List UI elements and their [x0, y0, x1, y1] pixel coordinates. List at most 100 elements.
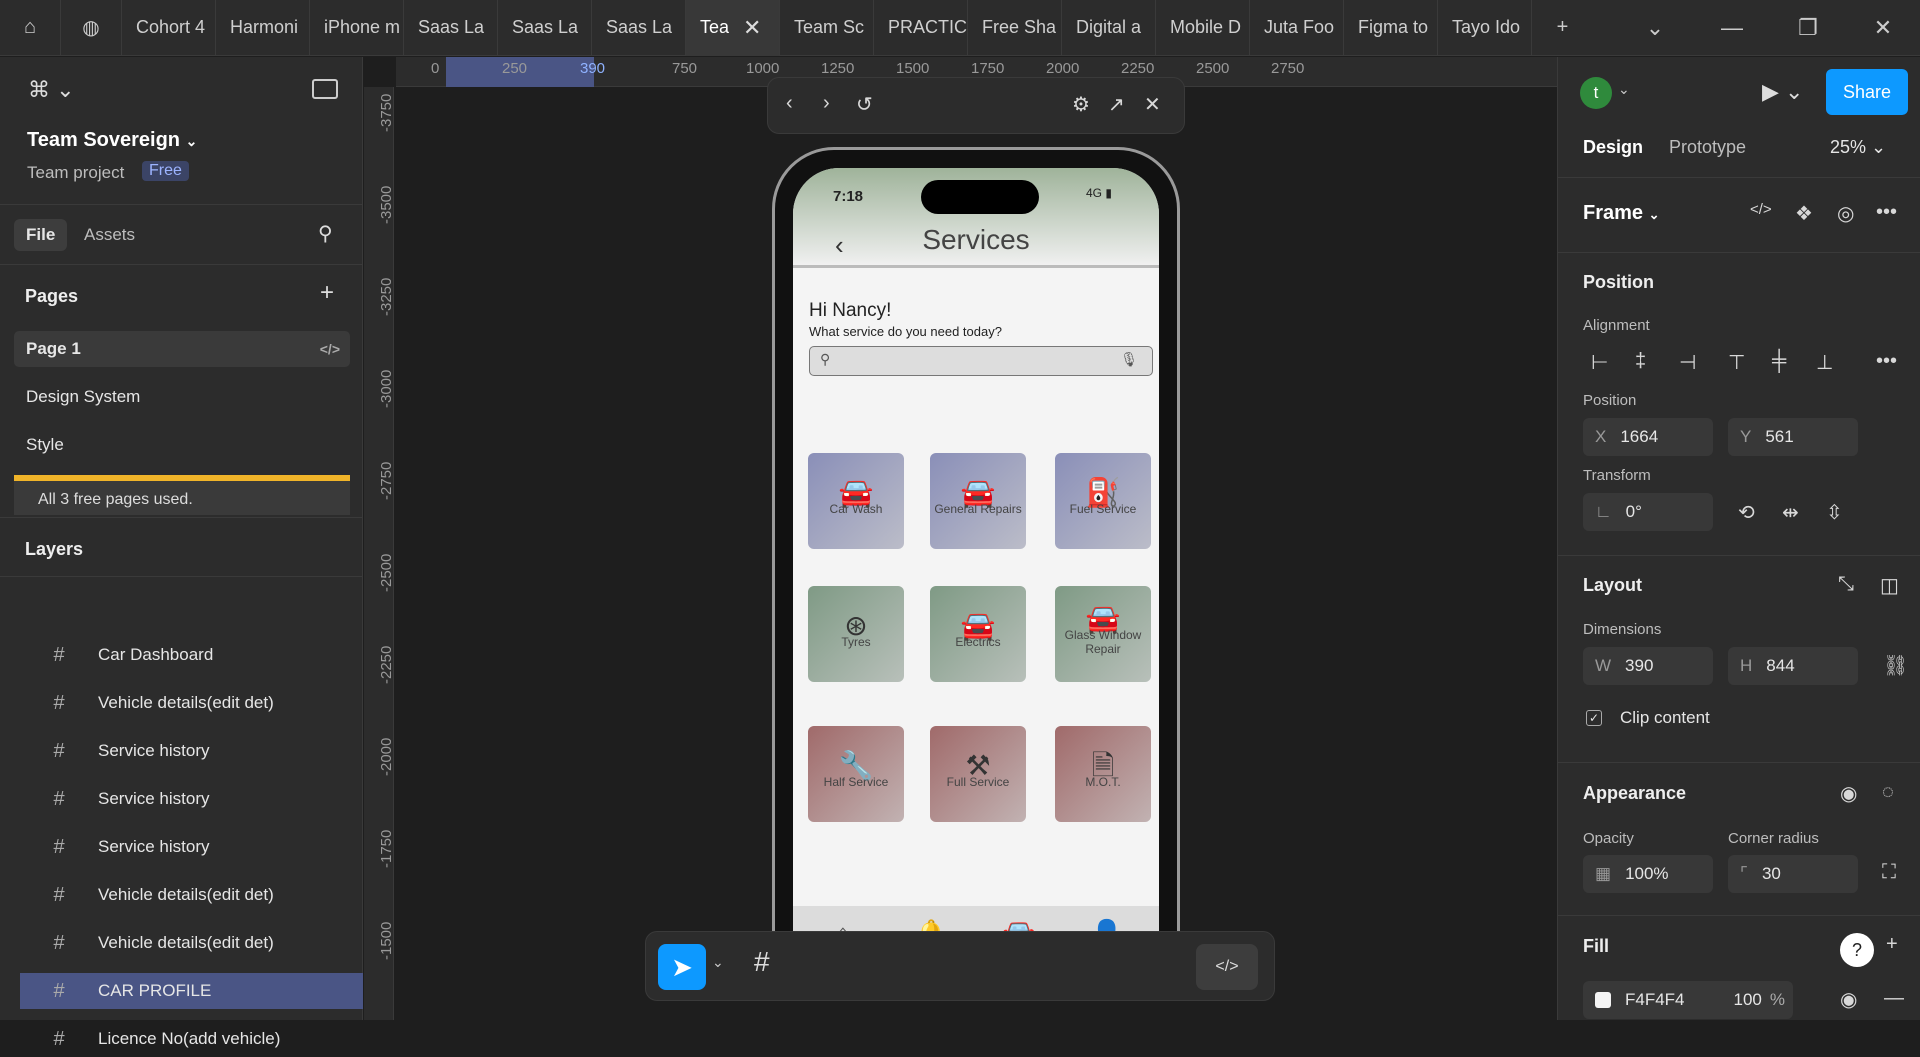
frame-tool-icon[interactable]: #	[754, 946, 770, 978]
add-fill-icon[interactable]: +	[1886, 933, 1898, 956]
figma-menu-icon[interactable]: ⌘ ⌄	[28, 77, 75, 103]
browser-tab[interactable]: Juta Foo	[1250, 0, 1344, 56]
team-name[interactable]: Team Sovereign ⌄	[27, 129, 197, 152]
width-field[interactable]: W 390	[1583, 647, 1713, 685]
add-page-icon[interactable]: +	[320, 279, 334, 307]
browser-tab[interactable]: Saas La	[592, 0, 686, 56]
flip-vertical-icon[interactable]: ⇳	[1826, 500, 1843, 525]
layer-item[interactable]: # Service history	[20, 781, 363, 817]
close-tab-icon[interactable]: ✕	[743, 15, 761, 41]
browser-tab[interactable]: Cohort 4	[122, 0, 216, 56]
avatar[interactable]: t	[1580, 77, 1612, 109]
fill-color-field[interactable]: F4F4F4 100 %	[1583, 981, 1793, 1019]
settings-sliders-icon[interactable]: ⚙	[1072, 92, 1090, 117]
eye-icon[interactable]: ◉	[1840, 987, 1857, 1012]
tab-prototype[interactable]: Prototype	[1669, 137, 1746, 158]
component-icon[interactable]: ❖	[1795, 201, 1813, 226]
service-tile[interactable]: 🔧 Half Service	[808, 726, 904, 822]
browser-tab[interactable]: Free Sha	[968, 0, 1062, 56]
restart-icon[interactable]: ↺	[856, 92, 873, 117]
service-tile[interactable]: ⛽ Fuel Service	[1055, 453, 1151, 549]
constrain-proportions-icon[interactable]: ⛓	[1883, 653, 1908, 678]
page-item-1[interactable]: Page 1 </>	[14, 331, 350, 367]
layer-item[interactable]: # Vehicle details(edit det)	[20, 685, 363, 721]
align-center-v-icon[interactable]: ╪	[1772, 350, 1786, 373]
tab-file[interactable]: File	[14, 219, 68, 251]
align-top-icon[interactable]: ⊤	[1728, 350, 1745, 375]
tab-assets[interactable]: Assets	[84, 225, 135, 245]
align-center-h-icon[interactable]: ‡	[1635, 350, 1646, 373]
mask-icon[interactable]: ◎	[1837, 201, 1854, 226]
share-button[interactable]: Share	[1826, 69, 1908, 115]
close-icon[interactable]: ✕	[1144, 92, 1161, 117]
layer-item[interactable]: # Vehicle details(edit det)	[20, 925, 363, 961]
back-icon[interactable]: ‹	[786, 92, 793, 115]
restore-icon[interactable]: ❐	[1773, 0, 1843, 56]
browser-tab[interactable]: Team Sc	[780, 0, 874, 56]
corner-radius-field[interactable]: ⌜ 30	[1728, 855, 1858, 893]
search-icon[interactable]: ⚲	[318, 221, 333, 246]
sidebar-toggle-icon[interactable]	[312, 79, 338, 99]
globe-icon[interactable]: ◍	[61, 0, 122, 56]
microphone-icon[interactable]: 🎙	[1120, 351, 1138, 368]
chevron-down-icon[interactable]: ⌄	[1620, 0, 1690, 56]
more-icon[interactable]: •••	[1876, 201, 1897, 224]
service-tile[interactable]: 🚘 Electrics	[930, 586, 1026, 682]
move-tool-icon[interactable]: ➤	[658, 944, 706, 990]
forward-icon[interactable]: ›	[823, 92, 830, 115]
present-icon[interactable]: ▶ ⌄	[1762, 79, 1803, 105]
browser-tab[interactable]: Tayo Ido	[1438, 0, 1532, 56]
search-input[interactable]: ⚲ 🎙	[809, 346, 1153, 376]
browser-tab[interactable]: Tea ✕	[686, 0, 780, 56]
align-bottom-icon[interactable]: ⊥	[1816, 350, 1833, 375]
dev-mode-toggle[interactable]: </>	[1196, 944, 1258, 990]
frame-label[interactable]: Frame ⌄	[1583, 202, 1660, 225]
service-tile[interactable]: 🗎 M.O.T.	[1055, 726, 1151, 822]
browser-tab[interactable]: Figma to	[1344, 0, 1438, 56]
new-tab-icon[interactable]: +	[1532, 0, 1593, 56]
flip-horizontal-icon[interactable]: ⇹	[1782, 500, 1799, 525]
layer-item[interactable]: # Car Dashboard	[20, 637, 363, 673]
layer-item[interactable]: # Service history	[20, 829, 363, 865]
browser-tab[interactable]: Saas La	[498, 0, 592, 56]
browser-tab[interactable]: Mobile D	[1156, 0, 1250, 56]
layer-item[interactable]: # Service history	[20, 733, 363, 769]
x-field[interactable]: X 1664	[1583, 418, 1713, 456]
y-field[interactable]: Y 561	[1728, 418, 1858, 456]
browser-tab[interactable]: iPhone m	[310, 0, 404, 56]
code-icon[interactable]: </>	[1750, 201, 1772, 218]
collapse-icon[interactable]: ⤡	[1838, 573, 1854, 596]
layer-item[interactable]: # CAR PROFILE	[20, 973, 363, 1009]
independent-corners-icon[interactable]: ⛶	[1882, 861, 1896, 884]
rotation-field[interactable]: ∟ 0°	[1583, 493, 1713, 531]
service-tile[interactable]: 🚘 Glass Window Repair	[1055, 586, 1151, 682]
height-field[interactable]: H 844	[1728, 647, 1858, 685]
help-button[interactable]: ?	[1840, 933, 1874, 967]
align-right-icon[interactable]: ⊣	[1679, 350, 1696, 375]
align-left-icon[interactable]: ⊢	[1591, 350, 1608, 375]
service-tile[interactable]: 🚘 General Repairs	[930, 453, 1026, 549]
browser-tab[interactable]: Digital a	[1062, 0, 1156, 56]
service-tile[interactable]: 🚘 Car Wash	[808, 453, 904, 549]
eye-icon[interactable]: ◉	[1840, 781, 1857, 806]
tab-design[interactable]: Design	[1583, 137, 1643, 158]
service-tile[interactable]: ⚒ Full Service	[930, 726, 1026, 822]
opacity-field[interactable]: ▦ 100%	[1583, 855, 1713, 893]
more-icon[interactable]: •••	[1876, 350, 1897, 373]
browser-tab[interactable]: Saas La	[404, 0, 498, 56]
auto-layout-icon[interactable]: ◫	[1880, 573, 1899, 598]
browser-tab[interactable]: PRACTIC	[874, 0, 968, 56]
blend-mode-icon[interactable]: ◌	[1882, 781, 1894, 804]
minimize-icon[interactable]: —	[1697, 0, 1767, 56]
fill-swatch[interactable]	[1595, 992, 1611, 1008]
remove-fill-icon[interactable]: —	[1884, 987, 1904, 1010]
rotate-icon[interactable]: ⟲	[1738, 500, 1755, 525]
chevron-down-icon[interactable]: ⌄	[712, 954, 724, 971]
open-external-icon[interactable]: ↗	[1108, 92, 1125, 117]
service-tile[interactable]: ⊛ Tyres	[808, 586, 904, 682]
clip-content-checkbox[interactable]: ✓	[1586, 710, 1602, 726]
zoom-level[interactable]: 25% ⌄	[1830, 137, 1886, 158]
layer-item[interactable]: # Licence No(add vehicle)	[20, 1021, 363, 1057]
layer-item[interactable]: # Vehicle details(edit det)	[20, 877, 363, 913]
close-window-icon[interactable]: ✕	[1848, 0, 1918, 56]
